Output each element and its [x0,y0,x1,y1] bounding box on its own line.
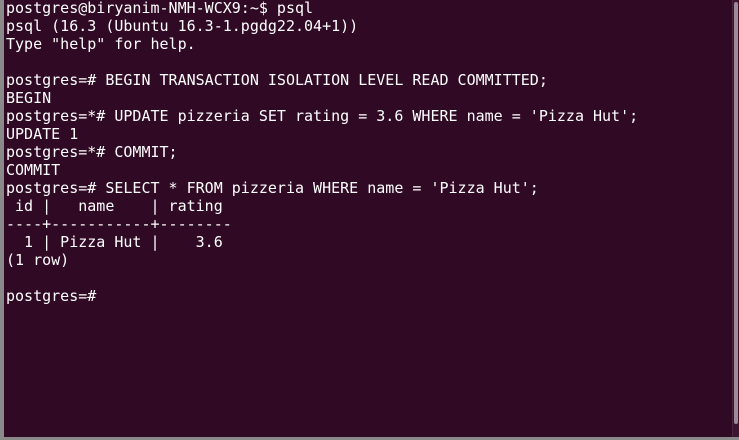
psql-version-line: psql (16.3 (Ubuntu 16.3-1.pgdg22.04+1)) [6,17,359,35]
psql-prompt-line[interactable]: postgres=# [6,287,731,305]
result-row-line: 1 | Pizza Hut | 3.6 [6,233,223,251]
select-command-line: postgres=# SELECT * FROM pizzeria WHERE … [6,179,539,197]
result-separator-line: ----+-----------+-------- [6,215,232,233]
help-hint-line: Type "help" for help. [6,35,196,53]
begin-command-line: postgres=# BEGIN TRANSACTION ISOLATION L… [6,71,548,89]
shell-prompt-line: postgres@biryanim-NMH-WCX9:~$ psql [6,0,314,17]
terminal-window[interactable]: postgres@biryanim-NMH-WCX9:~$ psql psql … [0,0,739,440]
scrollbar-thumb[interactable] [734,2,738,424]
scrollbar[interactable] [732,0,739,437]
result-header-line: id | name | rating [6,197,223,215]
terminal-output[interactable]: postgres@biryanim-NMH-WCX9:~$ psql psql … [6,0,731,437]
begin-result-line: BEGIN [6,89,52,107]
row-count-line: (1 row) [6,251,70,269]
commit-command-line: postgres=*# COMMIT; [6,143,178,161]
update-command-line: postgres=*# UPDATE pizzeria SET rating =… [6,107,639,125]
commit-result-line: COMMIT [6,161,61,179]
update-result-line: UPDATE 1 [6,125,79,143]
